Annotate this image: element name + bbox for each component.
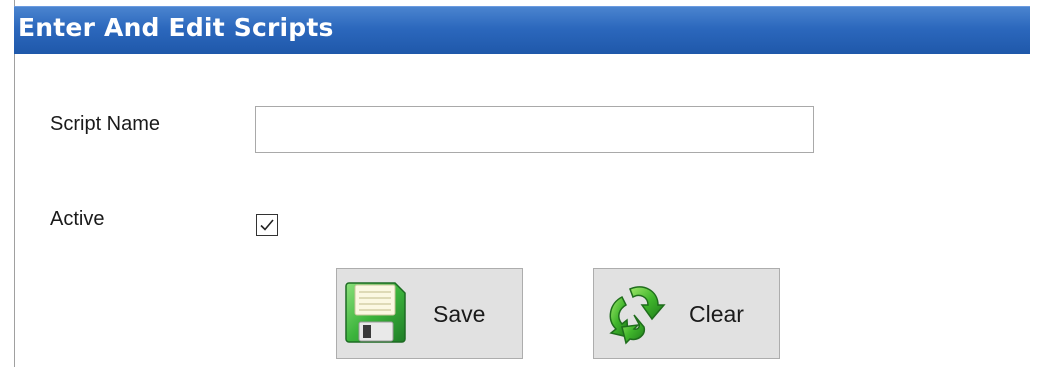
save-button-label: Save [433, 301, 486, 327]
window-left-border [14, 0, 15, 367]
clear-button-label: Clear [689, 301, 744, 327]
script-name-input[interactable] [255, 106, 814, 153]
titlebar: Enter And Edit Scripts [14, 6, 1030, 54]
script-name-label: Script Name [50, 113, 161, 135]
checkmark-icon [260, 219, 274, 231]
recycle-arrows-icon [609, 286, 666, 345]
active-checkbox[interactable] [256, 214, 278, 236]
active-label: Active [50, 208, 105, 230]
clear-button[interactable]: Clear [593, 268, 780, 359]
window-title: Enter And Edit Scripts [18, 13, 334, 42]
floppy-disk-icon [345, 282, 406, 343]
script-editor-window: Enter And Edit Scripts Script Name Activ… [0, 0, 1038, 367]
save-button[interactable]: Save [336, 268, 523, 359]
